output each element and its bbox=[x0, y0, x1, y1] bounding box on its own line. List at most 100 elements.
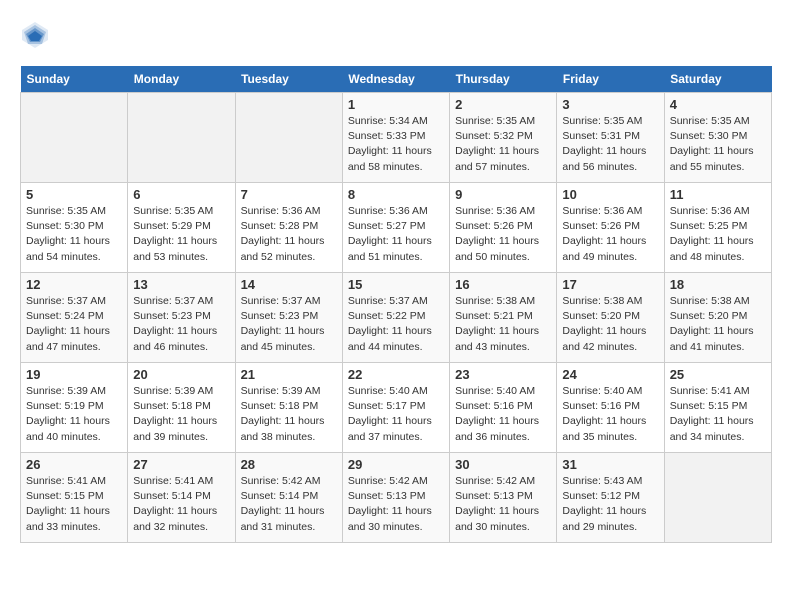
day-info: Sunrise: 5:37 AM Sunset: 5:23 PM Dayligh… bbox=[241, 294, 337, 355]
week-row-3: 12Sunrise: 5:37 AM Sunset: 5:24 PM Dayli… bbox=[21, 273, 772, 363]
calendar-cell: 21 Sunrise: 5:39 AM Sunset: 5:18 PM Dayli… bbox=[235, 363, 342, 453]
calendar-cell: 14 Sunrise: 5:37 AM Sunset: 5:23 PM Dayli… bbox=[235, 273, 342, 363]
day-info: Sunrise: 5:38 AM Sunset: 5:21 PM Dayligh… bbox=[455, 294, 551, 355]
day-info: Sunrise: 5:36 AM Sunset: 5:26 PM Dayligh… bbox=[455, 204, 551, 265]
day-number: 29 bbox=[348, 457, 444, 472]
calendar-cell: 28Sunrise: 5:42 AM Sunset: 5:14 PM Dayli… bbox=[235, 453, 342, 543]
day-info: Sunrise: 5:37 AM Sunset: 5:23 PM Dayligh… bbox=[133, 294, 229, 355]
calendar-cell: 22 Sunrise: 5:40 AM Sunset: 5:17 PM Dayli… bbox=[342, 363, 449, 453]
day-info: Sunrise: 5:42 AM Sunset: 5:13 PM Dayligh… bbox=[455, 474, 551, 535]
week-row-5: 26Sunrise: 5:41 AM Sunset: 5:15 PM Dayli… bbox=[21, 453, 772, 543]
calendar-cell: 29 Sunrise: 5:42 AM Sunset: 5:13 PM Dayli… bbox=[342, 453, 449, 543]
day-info: Sunrise: 5:36 AM Sunset: 5:26 PM Dayligh… bbox=[562, 204, 658, 265]
day-info: Sunrise: 5:43 AM Sunset: 5:12 PM Dayligh… bbox=[562, 474, 658, 535]
day-number: 13 bbox=[133, 277, 229, 292]
calendar-table: SundayMondayTuesdayWednesdayThursdayFrid… bbox=[20, 66, 772, 543]
calendar-cell: 17 Sunrise: 5:38 AM Sunset: 5:20 PM Dayli… bbox=[557, 273, 664, 363]
day-info: Sunrise: 5:35 AM Sunset: 5:30 PM Dayligh… bbox=[670, 114, 766, 175]
header-thursday: Thursday bbox=[450, 66, 557, 93]
day-number: 24 bbox=[562, 367, 658, 382]
calendar-cell: 13 Sunrise: 5:37 AM Sunset: 5:23 PM Dayli… bbox=[128, 273, 235, 363]
day-info: Sunrise: 5:35 AM Sunset: 5:31 PM Dayligh… bbox=[562, 114, 658, 175]
calendar-cell: 20 Sunrise: 5:39 AM Sunset: 5:18 PM Dayli… bbox=[128, 363, 235, 453]
calendar-cell: 16 Sunrise: 5:38 AM Sunset: 5:21 PM Dayli… bbox=[450, 273, 557, 363]
day-number: 3 bbox=[562, 97, 658, 112]
calendar-cell: 2 Sunrise: 5:35 AM Sunset: 5:32 PM Daylig… bbox=[450, 93, 557, 183]
calendar-cell: 4 Sunrise: 5:35 AM Sunset: 5:30 PM Daylig… bbox=[664, 93, 771, 183]
calendar-cell: 8 Sunrise: 5:36 AM Sunset: 5:27 PM Daylig… bbox=[342, 183, 449, 273]
day-number: 25 bbox=[670, 367, 766, 382]
day-number: 20 bbox=[133, 367, 229, 382]
day-number: 19 bbox=[26, 367, 122, 382]
calendar-cell: 24 Sunrise: 5:40 AM Sunset: 5:16 PM Dayli… bbox=[557, 363, 664, 453]
day-number: 6 bbox=[133, 187, 229, 202]
header-tuesday: Tuesday bbox=[235, 66, 342, 93]
day-number: 1 bbox=[348, 97, 444, 112]
day-number: 8 bbox=[348, 187, 444, 202]
day-info: Sunrise: 5:40 AM Sunset: 5:17 PM Dayligh… bbox=[348, 384, 444, 445]
calendar-cell: 3 Sunrise: 5:35 AM Sunset: 5:31 PM Daylig… bbox=[557, 93, 664, 183]
day-info: Sunrise: 5:36 AM Sunset: 5:28 PM Dayligh… bbox=[241, 204, 337, 265]
calendar-cell: 1 Sunrise: 5:34 AM Sunset: 5:33 PM Daylig… bbox=[342, 93, 449, 183]
day-number: 17 bbox=[562, 277, 658, 292]
day-info: Sunrise: 5:36 AM Sunset: 5:27 PM Dayligh… bbox=[348, 204, 444, 265]
calendar-cell bbox=[664, 453, 771, 543]
calendar-cell: 23Sunrise: 5:40 AM Sunset: 5:16 PM Dayli… bbox=[450, 363, 557, 453]
day-info: Sunrise: 5:34 AM Sunset: 5:33 PM Dayligh… bbox=[348, 114, 444, 175]
day-number: 2 bbox=[455, 97, 551, 112]
header-saturday: Saturday bbox=[664, 66, 771, 93]
day-number: 23 bbox=[455, 367, 551, 382]
logo bbox=[20, 20, 54, 50]
calendar-cell: 26Sunrise: 5:41 AM Sunset: 5:15 PM Dayli… bbox=[21, 453, 128, 543]
calendar-cell: 30 Sunrise: 5:42 AM Sunset: 5:13 PM Dayli… bbox=[450, 453, 557, 543]
day-info: Sunrise: 5:37 AM Sunset: 5:22 PM Dayligh… bbox=[348, 294, 444, 355]
day-number: 5 bbox=[26, 187, 122, 202]
day-info: Sunrise: 5:40 AM Sunset: 5:16 PM Dayligh… bbox=[562, 384, 658, 445]
day-number: 10 bbox=[562, 187, 658, 202]
calendar-cell: 31 Sunrise: 5:43 AM Sunset: 5:12 PM Dayli… bbox=[557, 453, 664, 543]
day-number: 21 bbox=[241, 367, 337, 382]
calendar-cell: 10 Sunrise: 5:36 AM Sunset: 5:26 PM Dayli… bbox=[557, 183, 664, 273]
day-number: 22 bbox=[348, 367, 444, 382]
calendar-cell bbox=[128, 93, 235, 183]
day-info: Sunrise: 5:39 AM Sunset: 5:18 PM Dayligh… bbox=[133, 384, 229, 445]
week-row-1: 1 Sunrise: 5:34 AM Sunset: 5:33 PM Daylig… bbox=[21, 93, 772, 183]
day-info: Sunrise: 5:41 AM Sunset: 5:15 PM Dayligh… bbox=[26, 474, 122, 535]
day-number: 31 bbox=[562, 457, 658, 472]
day-info: Sunrise: 5:42 AM Sunset: 5:13 PM Dayligh… bbox=[348, 474, 444, 535]
day-info: Sunrise: 5:39 AM Sunset: 5:18 PM Dayligh… bbox=[241, 384, 337, 445]
day-info: Sunrise: 5:38 AM Sunset: 5:20 PM Dayligh… bbox=[670, 294, 766, 355]
header-wednesday: Wednesday bbox=[342, 66, 449, 93]
week-row-2: 5 Sunrise: 5:35 AM Sunset: 5:30 PM Daylig… bbox=[21, 183, 772, 273]
calendar-cell: 7 Sunrise: 5:36 AM Sunset: 5:28 PM Daylig… bbox=[235, 183, 342, 273]
day-number: 15 bbox=[348, 277, 444, 292]
days-header-row: SundayMondayTuesdayWednesdayThursdayFrid… bbox=[21, 66, 772, 93]
logo-icon bbox=[20, 20, 50, 50]
day-number: 27 bbox=[133, 457, 229, 472]
day-info: Sunrise: 5:35 AM Sunset: 5:32 PM Dayligh… bbox=[455, 114, 551, 175]
day-number: 14 bbox=[241, 277, 337, 292]
day-info: Sunrise: 5:35 AM Sunset: 5:30 PM Dayligh… bbox=[26, 204, 122, 265]
calendar-cell: 19 Sunrise: 5:39 AM Sunset: 5:19 PM Dayli… bbox=[21, 363, 128, 453]
calendar-cell bbox=[21, 93, 128, 183]
day-number: 18 bbox=[670, 277, 766, 292]
calendar-cell: 27Sunrise: 5:41 AM Sunset: 5:14 PM Dayli… bbox=[128, 453, 235, 543]
day-number: 4 bbox=[670, 97, 766, 112]
day-number: 9 bbox=[455, 187, 551, 202]
calendar-cell: 9 Sunrise: 5:36 AM Sunset: 5:26 PM Daylig… bbox=[450, 183, 557, 273]
day-info: Sunrise: 5:37 AM Sunset: 5:24 PM Dayligh… bbox=[26, 294, 122, 355]
day-number: 7 bbox=[241, 187, 337, 202]
calendar-cell: 11Sunrise: 5:36 AM Sunset: 5:25 PM Dayli… bbox=[664, 183, 771, 273]
calendar-cell: 15 Sunrise: 5:37 AM Sunset: 5:22 PM Dayli… bbox=[342, 273, 449, 363]
header-friday: Friday bbox=[557, 66, 664, 93]
day-number: 28 bbox=[241, 457, 337, 472]
day-info: Sunrise: 5:38 AM Sunset: 5:20 PM Dayligh… bbox=[562, 294, 658, 355]
page-header bbox=[20, 20, 772, 50]
day-info: Sunrise: 5:39 AM Sunset: 5:19 PM Dayligh… bbox=[26, 384, 122, 445]
day-number: 16 bbox=[455, 277, 551, 292]
calendar-cell: 18 Sunrise: 5:38 AM Sunset: 5:20 PM Dayli… bbox=[664, 273, 771, 363]
day-info: Sunrise: 5:41 AM Sunset: 5:15 PM Dayligh… bbox=[670, 384, 766, 445]
day-number: 30 bbox=[455, 457, 551, 472]
header-monday: Monday bbox=[128, 66, 235, 93]
calendar-cell bbox=[235, 93, 342, 183]
